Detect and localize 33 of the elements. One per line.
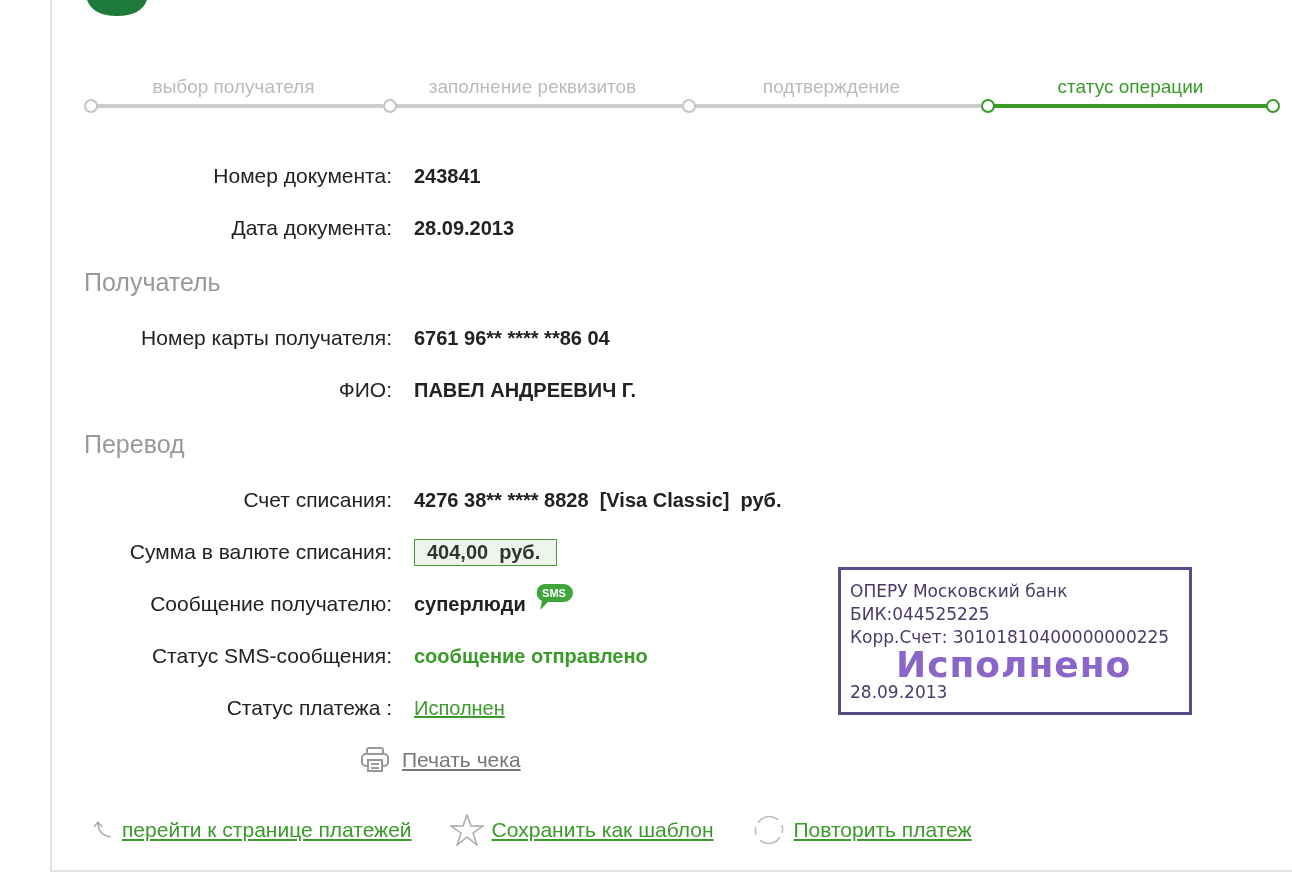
- curved-arrow-icon: [92, 819, 114, 841]
- status-link[interactable]: Исполнен: [414, 696, 505, 720]
- print-receipt-link[interactable]: Печать чека: [402, 748, 521, 772]
- stamp-status: Исполнено: [896, 649, 1133, 681]
- field-value: суперлюди: [414, 592, 526, 616]
- stamp-date: 28.09.2013: [850, 681, 949, 704]
- field-label: Номер документа:: [212, 164, 392, 188]
- bank-name: ОПЕРУ Московский банк: [850, 580, 1069, 603]
- field-value: 243841: [414, 164, 481, 188]
- action-link[interactable]: Повторить платеж: [793, 818, 972, 842]
- printer-icon: [360, 746, 390, 774]
- star-icon: [449, 814, 484, 846]
- section-heading: Перевод: [84, 429, 186, 460]
- field-value: ПАВЕЛ АНДРЕЕВИЧ Г.: [414, 378, 637, 402]
- status-value: сообщение отправлено: [414, 644, 648, 668]
- field-label: Счет списания:: [242, 488, 392, 512]
- amount-value: 404,00 руб.: [414, 538, 558, 566]
- field-label: Статус SMS-сообщения:: [150, 644, 392, 668]
- field-label: Статус платежа :: [225, 696, 392, 720]
- field-label: Номер карты получателя:: [140, 326, 392, 350]
- field-label: Дата документа:: [230, 216, 392, 240]
- action-link[interactable]: перейти к странице платежей: [122, 818, 412, 842]
- field-value: 28.09.2013: [414, 216, 515, 240]
- action-link[interactable]: Сохранить как шаблон: [491, 818, 714, 842]
- field-value: 6761 96** **** **86 04: [414, 326, 610, 350]
- field-label: Сумма в валюте списания:: [128, 540, 392, 564]
- field-value: 4276 38** **** 8828 [Visa Classic] руб.: [414, 488, 782, 512]
- field-label: ФИО:: [337, 378, 392, 402]
- section-heading: Получатель: [84, 267, 222, 298]
- account-text: Корр.Счет: 30101810400000000225: [850, 626, 1171, 649]
- logo-icon: [85, 0, 149, 16]
- field-label: Сообщение получателю:: [149, 592, 392, 616]
- bik-text: БИК:044525225: [850, 603, 991, 626]
